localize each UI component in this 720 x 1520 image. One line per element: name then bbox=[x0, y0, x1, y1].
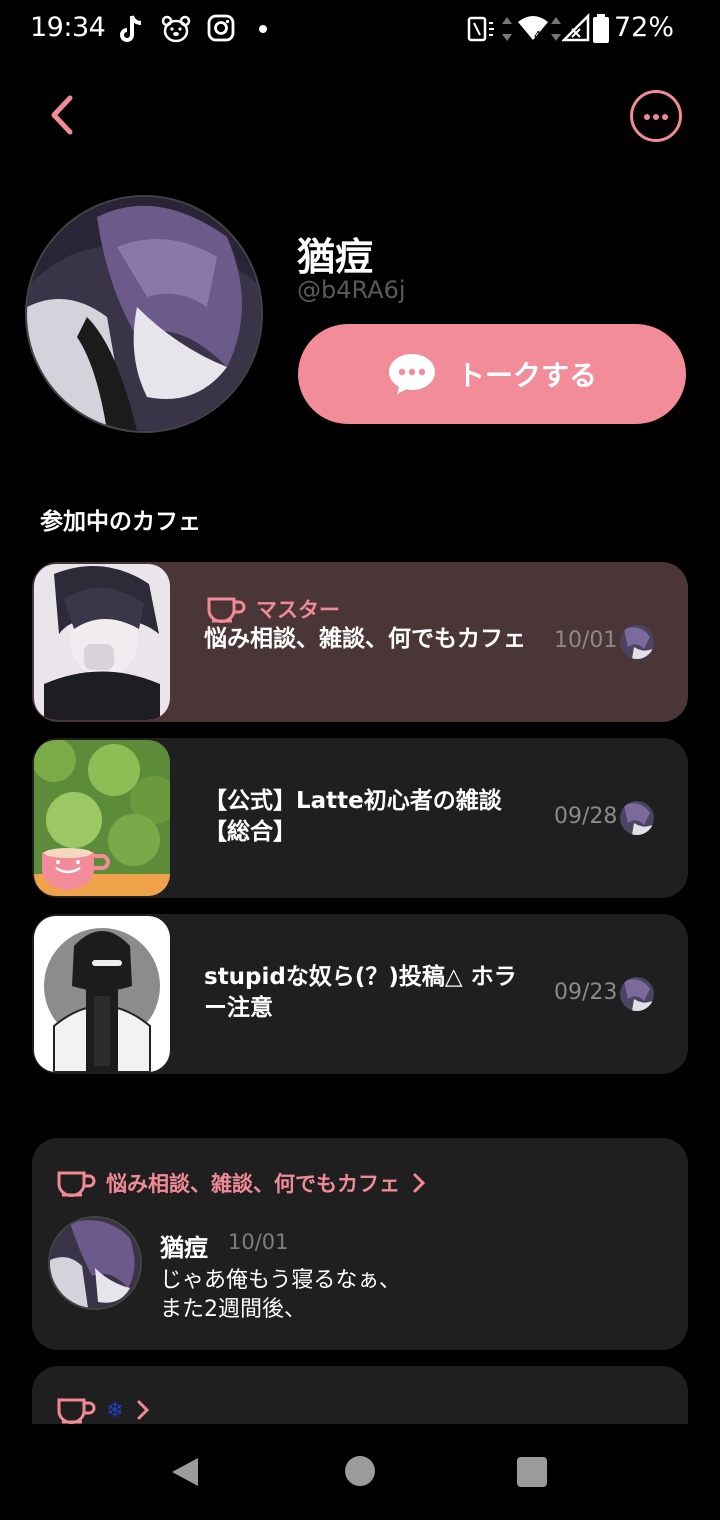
chevron-right-icon bbox=[413, 1173, 426, 1193]
cafe-member-avatar bbox=[620, 977, 654, 1011]
more-dot-2 bbox=[653, 114, 659, 120]
post-cafe-name: ❄ bbox=[106, 1398, 124, 1422]
cafe-title: 【公式】Latte初心者の雑談【総合】 bbox=[204, 788, 502, 845]
notification-dot-icon bbox=[259, 25, 267, 33]
cafe-title: 悩み相談、雑談、何でもカフェ bbox=[204, 626, 526, 652]
post-card[interactable]: 悩み相談、雑談、何でもカフェ 猶痘 10/01 じゃあ俺もう寝るなぁ、 また2週… bbox=[32, 1138, 688, 1350]
profile-handle: @b4RA6j bbox=[297, 276, 406, 304]
bear-app-icon bbox=[161, 15, 191, 43]
nav-back-icon[interactable] bbox=[170, 1456, 200, 1488]
section-title-cafes: 参加中のカフェ bbox=[40, 509, 201, 535]
more-dot-3 bbox=[662, 114, 668, 120]
battery-icon bbox=[593, 14, 609, 43]
coffee-cup-icon bbox=[207, 597, 246, 623]
cafe-member-avatar bbox=[620, 625, 654, 659]
more-horizontal-icon bbox=[644, 114, 650, 120]
post-date: 10/01 bbox=[228, 1230, 289, 1254]
cafe-card[interactable]: stupidな奴ら(？)投稿△ ホラー注意 09/23 bbox=[32, 914, 688, 1074]
cafe-role-label: マスター bbox=[256, 598, 340, 622]
cafe-last-date: 10/01 bbox=[554, 628, 618, 653]
chevron-right-icon bbox=[137, 1400, 149, 1420]
post-cafe-link[interactable]: 悩み相談、雑談、何でもカフェ bbox=[56, 1168, 428, 1198]
avatar-image bbox=[27, 197, 261, 431]
profile-name: 猶痘 bbox=[297, 235, 374, 279]
status-bar: 19:34 4 72% bbox=[0, 0, 720, 60]
cafe-title: stupidな奴ら(？)投稿△ ホラー注意 bbox=[204, 964, 517, 1021]
cafe-card[interactable]: 【公式】Latte初心者の雑談【総合】 09/28 bbox=[32, 738, 688, 898]
chevron-left-icon bbox=[51, 95, 73, 135]
cafe-card[interactable]: マスター 悩み相談、雑談、何でもカフェ 10/01 bbox=[32, 562, 688, 722]
post-author-avatar[interactable] bbox=[48, 1216, 142, 1310]
signal-icon bbox=[562, 13, 590, 42]
back-button[interactable] bbox=[40, 90, 90, 140]
wifi-icon: 4 bbox=[518, 16, 548, 42]
chat-bubble-icon bbox=[388, 354, 435, 394]
nav-recents-icon[interactable] bbox=[517, 1457, 547, 1487]
nfc-icon bbox=[467, 16, 494, 42]
svg-text:4: 4 bbox=[534, 29, 541, 42]
cafe-last-date: 09/28 bbox=[554, 804, 618, 829]
coffee-cup-icon bbox=[57, 1398, 96, 1424]
data-arrows-icon bbox=[502, 17, 512, 41]
post-author-name: 猶痘 bbox=[160, 1234, 208, 1262]
cafe-thumbnail bbox=[34, 916, 170, 1072]
cafe-thumbnail bbox=[34, 740, 170, 896]
nav-home-icon[interactable] bbox=[345, 1456, 375, 1486]
cafe-role-badge: マスター bbox=[206, 594, 340, 624]
instagram-icon bbox=[207, 14, 235, 42]
talk-button-label: トークする bbox=[456, 359, 597, 392]
system-nav-bar bbox=[0, 1424, 720, 1520]
cafe-member-avatar bbox=[620, 801, 654, 835]
coffee-cup-icon bbox=[57, 1171, 96, 1197]
profile-avatar[interactable] bbox=[25, 195, 263, 433]
talk-button[interactable]: トークする bbox=[298, 324, 686, 424]
post-cafe-name: 悩み相談、雑談、何でもカフェ bbox=[106, 1172, 400, 1196]
post-body: じゃあ俺もう寝るなぁ、 また2週間後、 bbox=[160, 1268, 401, 1322]
post-card[interactable]: ❄ bbox=[32, 1366, 688, 1424]
cafe-last-date: 09/23 bbox=[554, 980, 618, 1005]
more-options-button[interactable] bbox=[630, 90, 682, 142]
cafe-thumbnail bbox=[34, 564, 170, 720]
battery-percentage: 72% bbox=[614, 12, 675, 43]
post-cafe-link[interactable]: ❄ bbox=[56, 1396, 152, 1424]
status-time: 19:34 bbox=[30, 12, 106, 43]
tiktok-icon bbox=[120, 15, 142, 42]
data-arrows-icon-2 bbox=[551, 17, 561, 41]
